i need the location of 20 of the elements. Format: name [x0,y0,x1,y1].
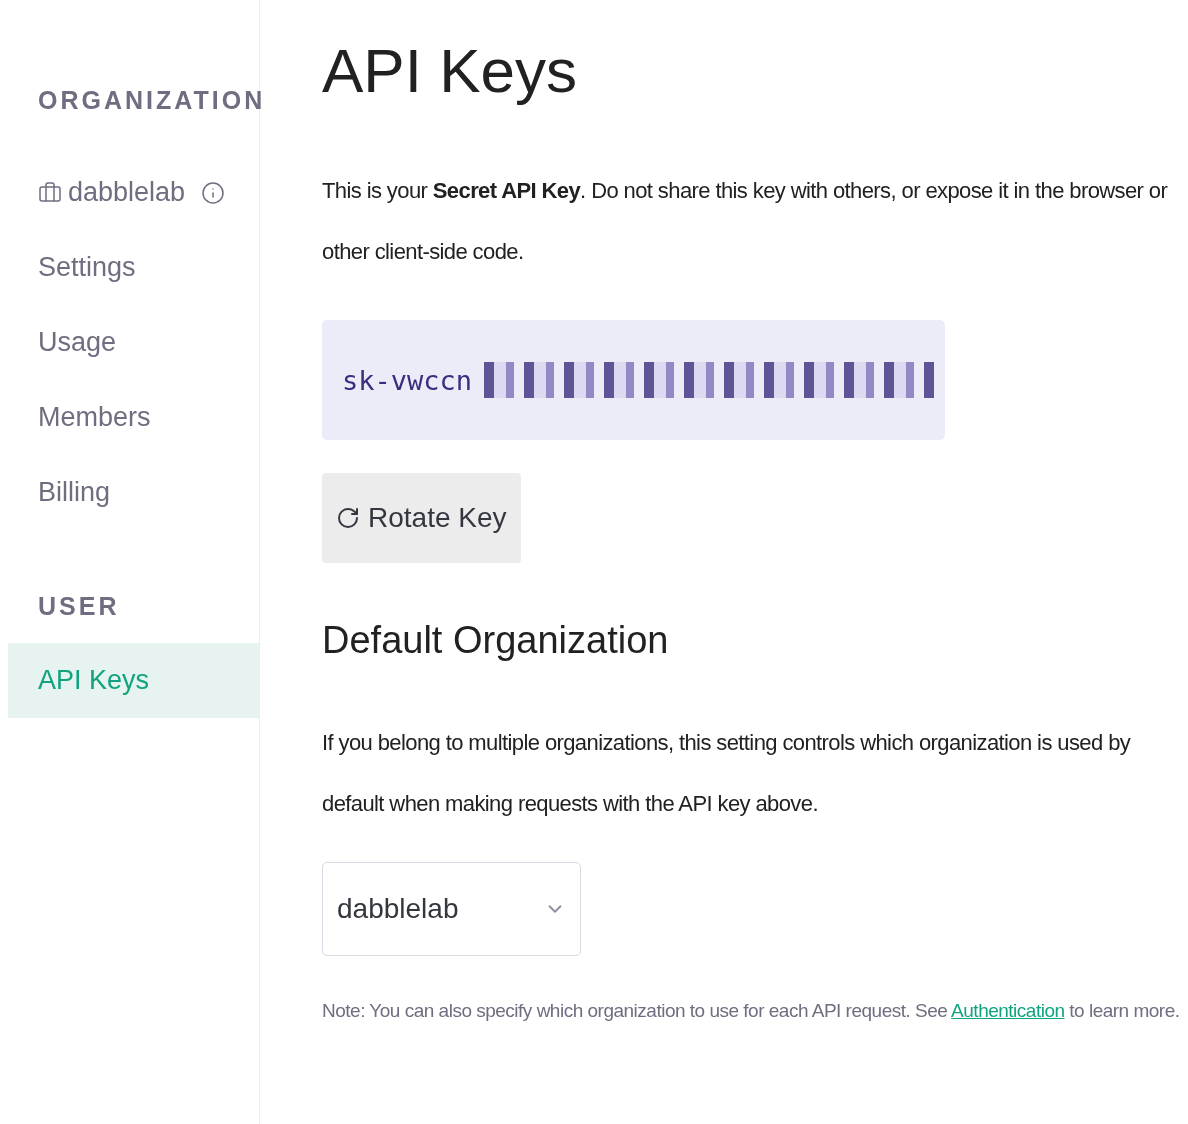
info-icon[interactable] [201,180,226,205]
nav-item[interactable]: Billing [8,455,259,530]
rotate-icon [336,506,360,531]
org-nav-item[interactable]: dabblelab [8,155,259,230]
section-heading: ORGANIZATION [37,86,259,115]
rotate-key-button[interactable]: Rotate Key [322,473,521,564]
section-text: If you belong to multiple organizations, this setting controls which organization is used by default when making requests with the API key above. [322,729,1132,819]
organization-select[interactable]: dabblelab [322,862,581,957]
api-key-text: sk-vwccn [342,364,473,396]
nav-item[interactable]: Settings [8,230,259,305]
page-title: API Keys [322,35,578,107]
nav-item[interactable]: API Keys [8,643,259,718]
section-title: Default Organization [322,619,670,663]
note-text: Note: You can also specify which organization to use for each API request. See Authentication to learn more. [322,1000,1181,1023]
nav-item[interactable]: Members [8,380,259,455]
briefcase-icon [38,180,62,205]
intro-text: This is your Secret API Key. Do not share this key with others, or expose it in the browser or other client-side code. [322,177,1169,267]
nav-item[interactable]: Usage [8,305,259,380]
authentication-link[interactable]: Authentication [951,1000,1065,1022]
section-heading: USER [37,592,121,621]
